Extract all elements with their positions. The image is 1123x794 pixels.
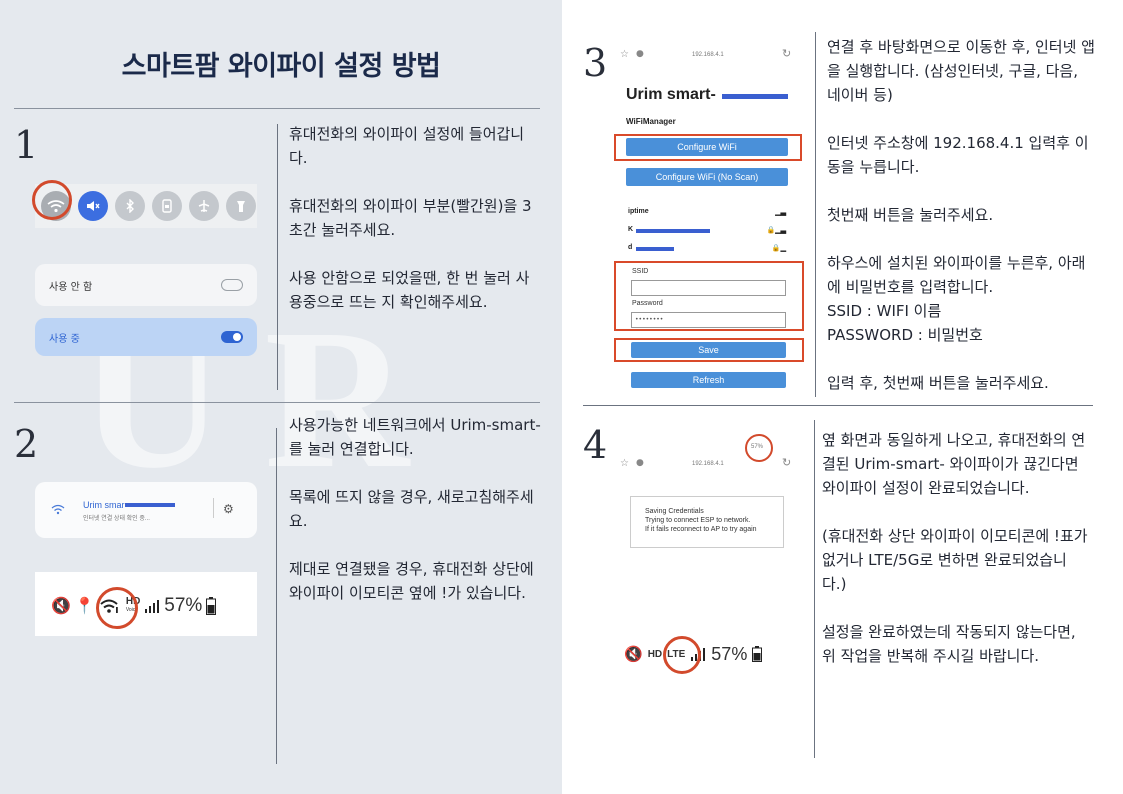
airplane-icon[interactable] xyxy=(189,191,219,221)
step-paragraph: (휴대전화 상단 와이파이 이모티콘에 !표가 없거나 LTE/5G로 변하면 … xyxy=(822,527,1088,593)
address-bar[interactable]: 192.168.4.1 xyxy=(692,52,724,58)
toggle-on-icon[interactable] xyxy=(221,331,243,343)
mute-icon[interactable] xyxy=(78,191,108,221)
tab-dot-icon: ● xyxy=(636,49,644,59)
refresh-icon[interactable]: ↻ xyxy=(782,456,791,469)
wifimanager-heading: Urim smart- xyxy=(626,86,716,103)
bluetooth-icon[interactable] xyxy=(115,191,145,221)
step-paragraph: 휴대전화의 와이파이 부분(빨간원)을 3초간 눌러주세요. xyxy=(289,197,532,239)
address-bar[interactable]: 192.168.4.1 xyxy=(692,461,724,467)
network-name: Urim smar xyxy=(83,500,125,510)
step-paragraph: 목록에 뜨지 않을 경우, 새로고침해주세요. xyxy=(289,488,534,530)
wifi-on-row[interactable]: 사용 중 xyxy=(35,318,257,356)
mute-icon: 🔇 xyxy=(624,646,643,663)
divider xyxy=(14,108,540,109)
network-status: 인터넷 연결 상태 확인 중... xyxy=(83,516,150,522)
flashlight-icon[interactable] xyxy=(226,191,256,221)
star-icon[interactable]: ☆ xyxy=(620,458,629,469)
lock-icon: 🔒▁▃ xyxy=(766,227,786,234)
signal-icon: ▁▃ xyxy=(775,209,786,216)
step-paragraph: 하우스에 설치된 와이파이를 누른후, 아래에 비밀번호를 입력합니다. xyxy=(827,254,1086,296)
battery-percent: 57% xyxy=(164,595,203,616)
wifi-on-label: 사용 중 xyxy=(49,334,80,345)
gear-icon[interactable]: ⚙ xyxy=(223,502,234,516)
battery-icon xyxy=(752,646,763,662)
vertical-divider xyxy=(277,124,278,390)
wifi-icon xyxy=(51,504,65,515)
step-paragraph: PASSWORD : 비밀번호 xyxy=(827,326,983,344)
highlight-box xyxy=(614,134,802,161)
refresh-icon[interactable]: ↻ xyxy=(782,47,791,60)
step-3-text: 연결 후 바탕화면으로 이동한 후, 인터넷 앱을 실행합니다. (삼성인터넷,… xyxy=(827,35,1095,395)
list-item[interactable]: iptime ▁▃ xyxy=(628,208,788,226)
step-4-text: 옆 화면과 동일하게 나오고, 휴대전화의 연결된 Urim-smart- 와이… xyxy=(822,428,1090,668)
divider xyxy=(14,402,540,403)
battery-icon xyxy=(206,597,217,615)
step-paragraph: 첫번째 버튼을 눌러주세요. xyxy=(827,206,994,224)
step-paragraph: 인터넷 주소창에 192.168.4.1 입력후 이동을 누릅니다. xyxy=(827,134,1089,176)
highlight-circle xyxy=(663,636,701,674)
vertical-divider xyxy=(815,32,816,397)
highlight-box xyxy=(614,338,804,362)
divider xyxy=(583,405,1093,406)
configure-wifi-noscan-button[interactable]: Configure WiFi (No Scan) xyxy=(626,168,788,186)
tab-dot-icon: ● xyxy=(636,458,644,468)
highlight-box xyxy=(614,261,804,331)
step-paragraph: 사용 안함으로 되었을땐, 한 번 눌러 사용중으로 뜨는 지 확인해주세요. xyxy=(289,269,530,311)
wifi-off-row[interactable]: 사용 안 함 xyxy=(35,264,257,306)
step-paragraph: 설정을 완료하였는데 작동되지 않는다면, 위 작업을 반복해 주시길 바랍니다… xyxy=(822,623,1076,665)
battery-percent: 57% xyxy=(711,643,748,664)
toggle-off-icon[interactable] xyxy=(221,279,243,291)
step-paragraph: 제대로 연결됐을 경우, 휴대전화 상단에 와이파이 이모티콘 옆에 !가 있습… xyxy=(289,560,534,602)
signal-icon xyxy=(145,600,160,613)
step-number: 3 xyxy=(583,41,608,85)
star-icon[interactable]: ☆ xyxy=(620,49,629,60)
step-paragraph: 사용가능한 네트워크에서 Urim-smart- 를 눌러 연결합니다. xyxy=(289,416,541,458)
step-2-text: 사용가능한 네트워크에서 Urim-smart- 를 눌러 연결합니다. 목록에… xyxy=(289,413,541,605)
refresh-button[interactable]: Refresh xyxy=(631,372,786,388)
step-number: 1 xyxy=(14,123,39,167)
step-1-text: 휴대전화의 와이파이 설정에 들어갑니다. 휴대전화의 와이파이 부분(빨간원)… xyxy=(289,122,539,314)
highlight-circle xyxy=(96,587,138,629)
step-paragraph: 연결 후 바탕화면으로 이동한 후, 인터넷 앱을 실행합니다. (삼성인터넷,… xyxy=(827,38,1095,104)
step-number: 4 xyxy=(583,423,608,467)
list-item[interactable]: d 🔒▁ xyxy=(628,244,788,262)
redaction-mark xyxy=(125,503,175,507)
network-row[interactable]: Urim smar 인터넷 연결 상태 확인 중... ⚙ xyxy=(35,482,257,538)
status-bar-image: 🔇 📍 HD Voice 57% xyxy=(35,572,257,636)
step-paragraph: 옆 화면과 동일하게 나오고, 휴대전화의 연결된 Urim-smart- 와이… xyxy=(822,431,1086,497)
hd-label: HD xyxy=(647,648,663,660)
location-icon: 📍 xyxy=(74,598,95,615)
list-item[interactable]: K 🔒▁▃ xyxy=(628,226,788,244)
wifimanager-subheading: WiFiManager xyxy=(626,117,676,126)
mute-icon: 🔇 xyxy=(51,598,71,615)
lock-icon: 🔒▁ xyxy=(771,245,786,252)
highlight-circle xyxy=(745,434,773,462)
vertical-divider xyxy=(276,428,277,764)
saving-message: Saving Credentials Trying to connect ESP… xyxy=(630,496,784,548)
redaction-mark xyxy=(722,94,788,99)
page-title: 스마트팜 와이파이 설정 방법 xyxy=(121,51,441,82)
vertical-divider xyxy=(814,420,815,758)
step-paragraph: SSID : WIFI 이름 xyxy=(827,302,942,320)
step-paragraph: 휴대전화의 와이파이 설정에 들어갑니다. xyxy=(289,125,525,167)
saving-screen: 57% ☆ ● 192.168.4.1 ↻ Saving Credentials… xyxy=(614,430,804,560)
highlight-circle xyxy=(32,180,72,220)
network-list: iptime ▁▃ K 🔒▁▃ d 🔒▁ xyxy=(628,208,788,262)
wifi-off-label: 사용 안 함 xyxy=(49,282,93,293)
step-paragraph: 입력 후, 첫번째 버튼을 눌러주세요. xyxy=(827,374,1049,392)
step-number: 2 xyxy=(14,422,39,466)
rotation-lock-icon[interactable] xyxy=(152,191,182,221)
